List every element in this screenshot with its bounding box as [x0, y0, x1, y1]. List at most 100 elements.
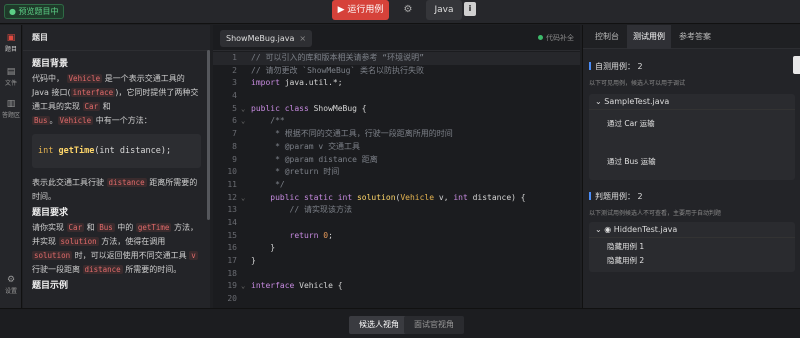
- tab-reference-answer[interactable]: 参考答案: [673, 25, 717, 49]
- code-line[interactable]: 1 // 可以引入的库和版本相关请参考 “环境说明”: [213, 52, 580, 65]
- hidden-test-card: ⌄ ◉ HiddenTest.java 隐藏用例 1 隐藏用例 2: [589, 222, 795, 272]
- code-line[interactable]: 7 * 根据不同的交通工具，行驶一段距离所用的时间: [213, 128, 580, 141]
- line-number: 17: [227, 256, 237, 265]
- close-icon[interactable]: ×: [299, 34, 306, 43]
- text: 请你实现: [32, 223, 67, 232]
- code-function: getTime: [58, 146, 95, 156]
- paragraph: 请你实现 Car 和 Bus 中的 getTime 方法，并实现 solutio…: [32, 221, 201, 277]
- info-icon[interactable]: i: [464, 2, 476, 16]
- code-line[interactable]: 9 * @param distance 距离: [213, 154, 580, 167]
- code-completion-toggle[interactable]: 代码补全: [538, 33, 574, 43]
- section-title: 题目要求: [32, 208, 69, 218]
- paragraph: Bus。 Vehicle 中有一个方法：: [32, 114, 201, 128]
- code-token: * @param distance 距离: [251, 154, 378, 164]
- code-token: public static int: [251, 192, 353, 202]
- section-marker: [589, 62, 591, 70]
- code-line[interactable]: 14: [213, 217, 580, 230]
- code-token: */: [251, 179, 285, 189]
- code-line[interactable]: 12 ⌄ public static int solution(Vehicle v…: [213, 192, 580, 205]
- rail-item-files[interactable]: ▤ 文件: [0, 67, 22, 87]
- sample-test-card: ⌄ SampleTest.java 通过 Car 运输 通过 Bus 运输: [589, 94, 795, 180]
- hidden-test-file[interactable]: ⌄ ◉ HiddenTest.java: [589, 222, 795, 238]
- panel-title: 题目: [23, 25, 210, 51]
- inline-code: Vehicle: [66, 74, 103, 83]
- code-editor[interactable]: ShowMeBug.java × 代码补全 1 // 可以引入的库和版本相关请参考 …: [213, 25, 580, 328]
- code-lines[interactable]: 1 // 可以引入的库和版本相关请参考 “环境说明” 2 // 请勿更改 `ShowM…: [213, 52, 580, 331]
- code-line[interactable]: 20: [213, 293, 580, 306]
- test-case-row[interactable]: 通过 Car 运输: [589, 118, 795, 129]
- code-token: int: [453, 192, 468, 202]
- code-token: * 根据不同的交通工具，行驶一段距离所用的时间: [251, 129, 453, 139]
- problem-panel: 题目 题目背景 代码中， Vehicle 是一个表示交通工具的 Java 接口(…: [23, 25, 210, 308]
- candidate-view-button[interactable]: 候选人视角: [349, 316, 409, 334]
- code-token: }: [251, 243, 276, 253]
- fold-icon[interactable]: ⌄: [241, 280, 251, 293]
- code-token: public class: [251, 103, 309, 113]
- line-number: 3: [232, 78, 237, 88]
- code-line[interactable]: 4: [213, 90, 580, 103]
- code-line[interactable]: 18: [213, 268, 580, 281]
- sample-test-file[interactable]: ⌄ SampleTest.java: [589, 94, 795, 110]
- hidden-case-row[interactable]: 隐藏用例 1: [589, 241, 795, 252]
- code-token: // 请勿更改 `ShowMeBug` 类名以防执行失败: [251, 65, 425, 75]
- text: 和: [84, 223, 98, 232]
- code-line[interactable]: 6 ⌄ /**: [213, 115, 580, 128]
- code-token: // 可以引入的库和版本相关请参考 “环境说明”: [251, 53, 424, 62]
- tab-test-cases[interactable]: 测试用例: [627, 25, 671, 49]
- status-dot-icon: [538, 35, 543, 40]
- problem-icon: ▣: [6, 33, 16, 43]
- code-line[interactable]: 3 import java.util.*;: [213, 77, 580, 90]
- language-select[interactable]: Java: [426, 0, 462, 20]
- run-tests-button[interactable]: ▶ 运行用例: [332, 0, 389, 20]
- code-token: ShowMeBug {: [308, 103, 367, 113]
- code-token: * @param v 交通工具: [251, 141, 361, 151]
- line-number: 2: [232, 65, 237, 75]
- fold-icon[interactable]: ⌄: [241, 115, 251, 128]
- test-case-row[interactable]: 通过 Bus 运输: [589, 156, 795, 167]
- code-line[interactable]: 2 // 请勿更改 `ShowMeBug` 类名以防执行失败: [213, 65, 580, 78]
- problem-description: 题目背景 代码中， Vehicle 是一个表示交通工具的 Java 接口(int…: [23, 51, 210, 293]
- line-number: 8: [232, 141, 237, 151]
- line-number: 11: [227, 179, 237, 189]
- collapse-panel-button[interactable]: [793, 56, 800, 74]
- rail-item-label: 答题区: [1, 112, 20, 119]
- code-line[interactable]: 16 }: [213, 242, 580, 255]
- code-token: java.util.*;: [279, 78, 343, 88]
- rail-item-problem[interactable]: ▣ 题目: [0, 33, 22, 53]
- fold-icon[interactable]: ⌄: [241, 192, 251, 205]
- text: 行驶一段距离: [32, 265, 83, 274]
- text: 表示此交通工具行驶: [32, 178, 107, 187]
- code-line[interactable]: 15 return 0;: [213, 230, 580, 243]
- code-line[interactable]: 17}: [213, 255, 580, 268]
- inline-code: Bus: [32, 116, 50, 125]
- hidden-file-label: HiddenTest.java: [613, 225, 678, 234]
- code-line[interactable]: 10 * @return 时间: [213, 166, 580, 179]
- code-line[interactable]: 5 ⌄ public class ShowMeBug {: [213, 103, 580, 116]
- fold-icon[interactable]: ⌄: [241, 103, 251, 116]
- file-tab[interactable]: ShowMeBug.java ×: [220, 30, 313, 47]
- tab-console[interactable]: 控制台: [589, 25, 625, 49]
- section-title: 题目背景: [32, 59, 69, 69]
- code-completion-label: 代码补全: [546, 34, 574, 42]
- test-panel: 控制台 测试用例 参考答案 自测用例： 2 以下可见用例，候选人可以用于调试 ⌄…: [582, 25, 800, 308]
- rail-item-settings[interactable]: ⚙ 设置: [0, 275, 22, 295]
- bottom-bar: 候选人视角 面试官视角: [0, 308, 800, 338]
- interviewer-view-button[interactable]: 面试官视角: [404, 316, 464, 334]
- section-marker: [589, 192, 591, 200]
- rail-item-label: 设置: [4, 288, 17, 295]
- code-line[interactable]: 11 */: [213, 179, 580, 192]
- rail-item-answer-area[interactable]: ▥ 答题区: [0, 99, 22, 119]
- code-token: Vehicle {: [294, 281, 343, 291]
- inline-code: distance: [106, 178, 147, 187]
- gear-icon[interactable]: ⚙: [400, 2, 416, 18]
- hidden-case-row[interactable]: 隐藏用例 2: [589, 255, 795, 266]
- code-line[interactable]: 8 * @param v 交通工具: [213, 141, 580, 154]
- settings-icon: ⚙: [6, 275, 16, 285]
- text: 和: [100, 102, 111, 111]
- scrollbar[interactable]: [207, 50, 210, 220]
- file-tab-label: ShowMeBug.java: [226, 34, 295, 43]
- line-number: 4: [232, 91, 237, 101]
- judge-test-description: 以下测试用例候选人不可查看，主要用于自动判题: [589, 210, 722, 217]
- code-line[interactable]: 19 ⌄ interface Vehicle {: [213, 280, 580, 293]
- code-line[interactable]: 13 // 请实现该方法: [213, 204, 580, 217]
